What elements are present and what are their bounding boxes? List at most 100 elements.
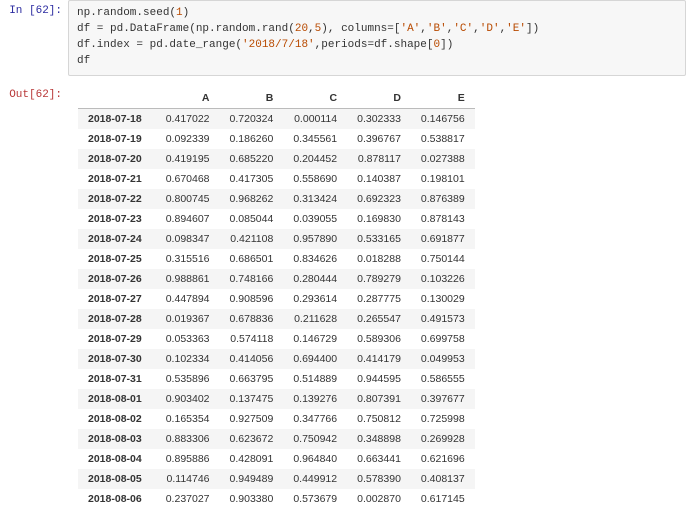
code-line-2: df = pd.DataFrame(np.random.rand(20,5), … xyxy=(77,23,539,35)
cell-value: 0.750942 xyxy=(283,429,347,449)
table-row: 2018-07-260.9888610.7481660.2804440.7892… xyxy=(78,269,475,289)
row-index: 2018-07-27 xyxy=(78,289,156,309)
row-index: 2018-07-30 xyxy=(78,349,156,369)
cell-value: 0.894607 xyxy=(156,209,220,229)
row-index: 2018-08-06 xyxy=(78,489,156,509)
table-row: 2018-07-190.0923390.1862600.3455610.3967… xyxy=(78,129,475,149)
cell-value: 0.039055 xyxy=(283,209,347,229)
cell-value: 0.019367 xyxy=(156,309,220,329)
cell-value: 0.114746 xyxy=(156,469,220,489)
cell-value: 0.670468 xyxy=(156,169,220,189)
cell-value: 0.878117 xyxy=(347,149,411,169)
output-prompt: Out[62]: xyxy=(0,84,68,101)
table-row: 2018-07-270.4478940.9085960.2936140.2877… xyxy=(78,289,475,309)
cell-value: 0.139276 xyxy=(283,389,347,409)
table-row: 2018-07-200.4191950.6852200.2044520.8781… xyxy=(78,149,475,169)
table-row: 2018-07-210.6704680.4173050.5586900.1403… xyxy=(78,169,475,189)
cell-value: 0.085044 xyxy=(220,209,284,229)
input-prompt: In [62]: xyxy=(0,0,68,17)
cell-value: 0.538817 xyxy=(411,129,475,149)
cell-value: 0.949489 xyxy=(220,469,284,489)
cell-value: 0.000114 xyxy=(283,108,347,129)
cell-value: 0.750812 xyxy=(347,409,411,429)
cell-value: 0.573679 xyxy=(283,489,347,509)
cell-value: 0.265547 xyxy=(347,309,411,329)
row-index: 2018-07-29 xyxy=(78,329,156,349)
row-index: 2018-07-19 xyxy=(78,129,156,149)
cell-value: 0.623672 xyxy=(220,429,284,449)
table-row: 2018-08-060.2370270.9033800.5736790.0028… xyxy=(78,489,475,509)
cell-value: 0.169830 xyxy=(347,209,411,229)
code-line-4: df xyxy=(77,55,90,67)
row-index: 2018-07-28 xyxy=(78,309,156,329)
cell-value: 0.491573 xyxy=(411,309,475,329)
cell-value: 0.348898 xyxy=(347,429,411,449)
col-header: E xyxy=(411,88,475,109)
cell-value: 0.514889 xyxy=(283,369,347,389)
cell-value: 0.053363 xyxy=(156,329,220,349)
cell-value: 0.699758 xyxy=(411,329,475,349)
cell-value: 0.092339 xyxy=(156,129,220,149)
cell-value: 0.558690 xyxy=(283,169,347,189)
row-index: 2018-07-31 xyxy=(78,369,156,389)
cell-value: 0.589306 xyxy=(347,329,411,349)
code-line-1: np.random.seed(1) xyxy=(77,7,189,19)
cell-value: 0.397677 xyxy=(411,389,475,409)
cell-value: 0.927509 xyxy=(220,409,284,429)
table-row: 2018-07-280.0193670.6788360.2116280.2655… xyxy=(78,309,475,329)
cell-value: 0.165354 xyxy=(156,409,220,429)
cell-value: 0.302333 xyxy=(347,108,411,129)
cell-value: 0.663441 xyxy=(347,449,411,469)
cell-value: 0.027388 xyxy=(411,149,475,169)
cell-value: 0.146729 xyxy=(283,329,347,349)
cell-value: 0.574118 xyxy=(220,329,284,349)
row-index: 2018-07-18 xyxy=(78,108,156,129)
cell-value: 0.049953 xyxy=(411,349,475,369)
row-index: 2018-07-24 xyxy=(78,229,156,249)
cell-value: 0.293614 xyxy=(283,289,347,309)
cell-value: 0.533165 xyxy=(347,229,411,249)
cell-value: 0.186260 xyxy=(220,129,284,149)
cell-value: 0.315516 xyxy=(156,249,220,269)
cell-value: 0.883306 xyxy=(156,429,220,449)
cell-value: 0.748166 xyxy=(220,269,284,289)
cell-value: 0.449912 xyxy=(283,469,347,489)
cell-value: 0.447894 xyxy=(156,289,220,309)
cell-value: 0.535896 xyxy=(156,369,220,389)
cell-value: 0.903380 xyxy=(220,489,284,509)
row-index: 2018-08-02 xyxy=(78,409,156,429)
cell-value: 0.103226 xyxy=(411,269,475,289)
cell-value: 0.692323 xyxy=(347,189,411,209)
input-cell: In [62]: np.random.seed(1) df = pd.DataF… xyxy=(0,0,686,76)
table-row: 2018-07-310.5358960.6637950.5148890.9445… xyxy=(78,369,475,389)
cell-value: 0.347766 xyxy=(283,409,347,429)
cell-value: 0.417022 xyxy=(156,108,220,129)
col-header: D xyxy=(347,88,411,109)
cell-value: 0.313424 xyxy=(283,189,347,209)
row-index: 2018-07-22 xyxy=(78,189,156,209)
cell-value: 0.002870 xyxy=(347,489,411,509)
cell-value: 0.421108 xyxy=(220,229,284,249)
output-area: A B C D E 2018-07-180.4170220.7203240.00… xyxy=(68,84,686,519)
row-index: 2018-07-21 xyxy=(78,169,156,189)
cell-value: 0.269928 xyxy=(411,429,475,449)
cell-value: 0.944595 xyxy=(347,369,411,389)
col-header: A xyxy=(156,88,220,109)
output-cell: Out[62]: A B C D E 2018-07-180.4170220.7… xyxy=(0,84,686,519)
cell-value: 0.146756 xyxy=(411,108,475,129)
cell-value: 0.908596 xyxy=(220,289,284,309)
cell-value: 0.968262 xyxy=(220,189,284,209)
cell-value: 0.586555 xyxy=(411,369,475,389)
cell-value: 0.414056 xyxy=(220,349,284,369)
table-row: 2018-07-290.0533630.5741180.1467290.5893… xyxy=(78,329,475,349)
cell-value: 0.789279 xyxy=(347,269,411,289)
cell-value: 0.691877 xyxy=(411,229,475,249)
row-index: 2018-07-26 xyxy=(78,269,156,289)
cell-value: 0.408137 xyxy=(411,469,475,489)
index-header xyxy=(78,88,156,109)
cell-value: 0.396767 xyxy=(347,129,411,149)
code-editor[interactable]: np.random.seed(1) df = pd.DataFrame(np.r… xyxy=(68,0,686,76)
cell-value: 0.428091 xyxy=(220,449,284,469)
cell-value: 0.102334 xyxy=(156,349,220,369)
table-row: 2018-07-240.0983470.4211080.9578900.5331… xyxy=(78,229,475,249)
